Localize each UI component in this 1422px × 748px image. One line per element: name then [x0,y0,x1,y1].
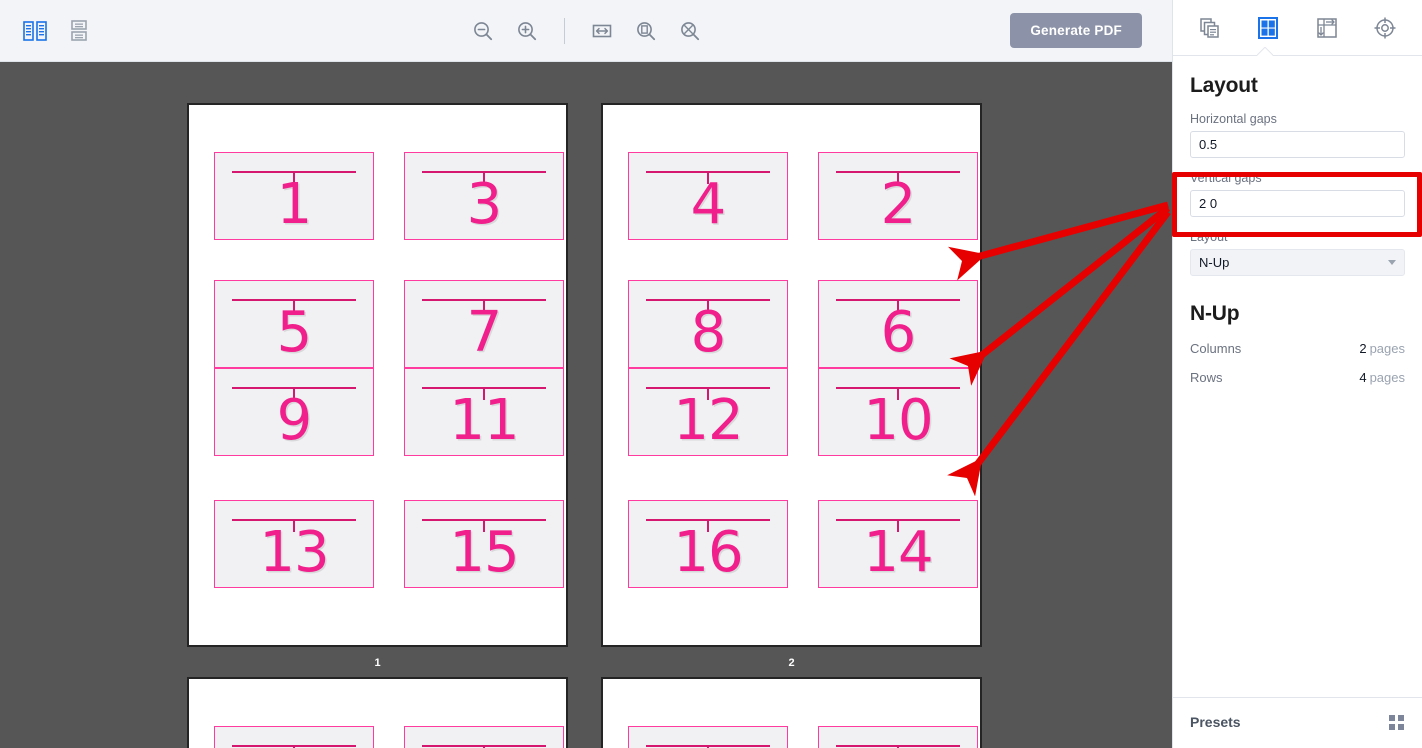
rows-unit: pages [1369,370,1405,385]
columns-value-group[interactable]: 2 pages [1359,340,1405,358]
app-root: Generate PDF 1 3 5 7 9 11 13 15 1 4 2 8 6 12 10 16 14 2 [0,0,1422,748]
imposed-page-cell[interactable]: 4 [628,152,788,240]
view-mode-group [20,16,94,46]
horizontal-gaps-field: Horizontal gaps [1190,112,1405,158]
rows-value: 4 [1359,370,1367,385]
sheet-content: 1 3 5 7 9 11 13 15 [189,105,566,645]
vertical-gaps-label: Vertical gaps [1190,171,1262,185]
page-number-label: 3 [466,172,503,237]
imposed-page-cell[interactable] [628,726,788,748]
imposed-page-cell[interactable]: 1 [214,152,374,240]
columns-label: Columns [1190,341,1242,356]
imposed-page-cell[interactable] [404,726,564,748]
presets-grid-icon[interactable] [1389,714,1405,730]
imposed-page-cell[interactable]: 14 [818,500,978,588]
generate-pdf-button[interactable]: Generate PDF [1010,13,1142,48]
page-number-label: 12 [673,388,743,453]
vertical-gaps-input[interactable] [1190,190,1405,217]
layout-select-label: Layout [1190,230,1228,244]
sheet-number-label: 2 [788,657,795,669]
settings-panel: Layout Horizontal gaps Vertical gaps Lay… [1172,0,1422,748]
fit-all-icon[interactable] [675,16,705,46]
page-number-label: 16 [673,520,743,585]
horizontal-gaps-label: Horizontal gaps [1190,112,1277,126]
page-number-label: 9 [276,388,313,453]
fit-page-icon[interactable] [631,16,661,46]
imposed-page-cell[interactable]: 8 [628,280,788,368]
layout-select[interactable]: N-Up [1190,249,1405,276]
toolbar-actions: Generate PDF [1010,13,1142,48]
page-number-label: 13 [259,520,329,585]
imposed-page-cell[interactable]: 9 [214,368,374,456]
presets-footer: Presets [1173,697,1422,748]
sheet-number-label: 1 [374,657,381,669]
panel-tab-bar [1173,0,1422,56]
layout-grid-tab[interactable] [1249,9,1287,47]
zoom-controls-group [0,16,1172,46]
rows-value-group[interactable]: 4 pages [1359,369,1405,387]
rows-label: Rows [1190,370,1223,385]
imposed-page-cell[interactable]: 10 [818,368,978,456]
columns-unit: pages [1369,341,1405,356]
imposed-page-cell[interactable]: 2 [818,152,978,240]
horizontal-gaps-input[interactable] [1190,131,1405,158]
imposed-page-cell[interactable]: 15 [404,500,564,588]
page-sheet[interactable] [187,677,568,748]
page-number-label: 14 [863,520,933,585]
presets-label: Presets [1190,714,1241,730]
imposed-page-cell[interactable]: 3 [404,152,564,240]
page-sheet[interactable]: 1 3 5 7 9 11 13 15 [187,103,568,647]
rows-row: Rows 4 pages [1190,369,1405,387]
imposed-page-cell[interactable]: 16 [628,500,788,588]
imposed-page-cell[interactable]: 5 [214,280,374,368]
layout-select-field: Layout N-Up [1190,230,1405,276]
top-toolbar: Generate PDF [0,0,1172,62]
imposed-page-cell[interactable] [214,726,374,748]
page-sheet[interactable]: 4 2 8 6 12 10 16 14 [601,103,982,647]
fit-width-icon[interactable] [587,16,617,46]
sheet-content [189,679,566,748]
columns-value: 2 [1359,341,1367,356]
two-page-view-icon[interactable] [20,16,50,46]
active-tab-caret [1257,47,1273,56]
vertical-gaps-field: Vertical gaps [1190,171,1405,217]
page-number-label: 6 [880,300,917,365]
page-number-label: 5 [276,300,313,365]
sheet-content [603,679,980,748]
registration-marks-tab[interactable] [1366,9,1404,47]
margins-tab[interactable] [1308,9,1346,47]
toolbar-divider [563,17,565,44]
panel-content: Layout Horizontal gaps Vertical gaps Lay… [1173,56,1422,697]
imposed-page-cell[interactable]: 6 [818,280,978,368]
page-number-label: 7 [466,300,503,365]
page-number-label: 8 [690,300,727,365]
columns-row: Columns 2 pages [1190,340,1405,358]
page-number-label: 11 [449,388,519,453]
sheet-content: 4 2 8 6 12 10 16 14 [603,105,980,645]
page-sheet[interactable] [601,677,982,748]
imposed-page-cell[interactable]: 11 [404,368,564,456]
imposed-page-cell[interactable] [818,726,978,748]
layout-section-title: Layout [1190,74,1258,97]
zoom-out-icon[interactable] [468,16,498,46]
document-viewer: Generate PDF 1 3 5 7 9 11 13 15 1 4 2 8 6 12 10 16 14 2 [0,0,1172,748]
page-number-label: 4 [690,172,727,237]
page-number-label: 10 [863,388,933,453]
page-number-label: 2 [880,172,917,237]
zoom-in-icon[interactable] [512,16,542,46]
imposed-page-cell[interactable]: 7 [404,280,564,368]
page-number-label: 15 [449,520,519,585]
nup-section-title: N-Up [1190,302,1240,325]
stacked-page-view-icon[interactable] [64,16,94,46]
imposed-page-cell[interactable]: 12 [628,368,788,456]
preview-canvas[interactable]: 1 3 5 7 9 11 13 15 1 4 2 8 6 12 10 16 14 2 [0,62,1172,748]
page-number-label: 1 [276,172,313,237]
pages-copies-tab[interactable] [1191,9,1229,47]
imposed-page-cell[interactable]: 13 [214,500,374,588]
